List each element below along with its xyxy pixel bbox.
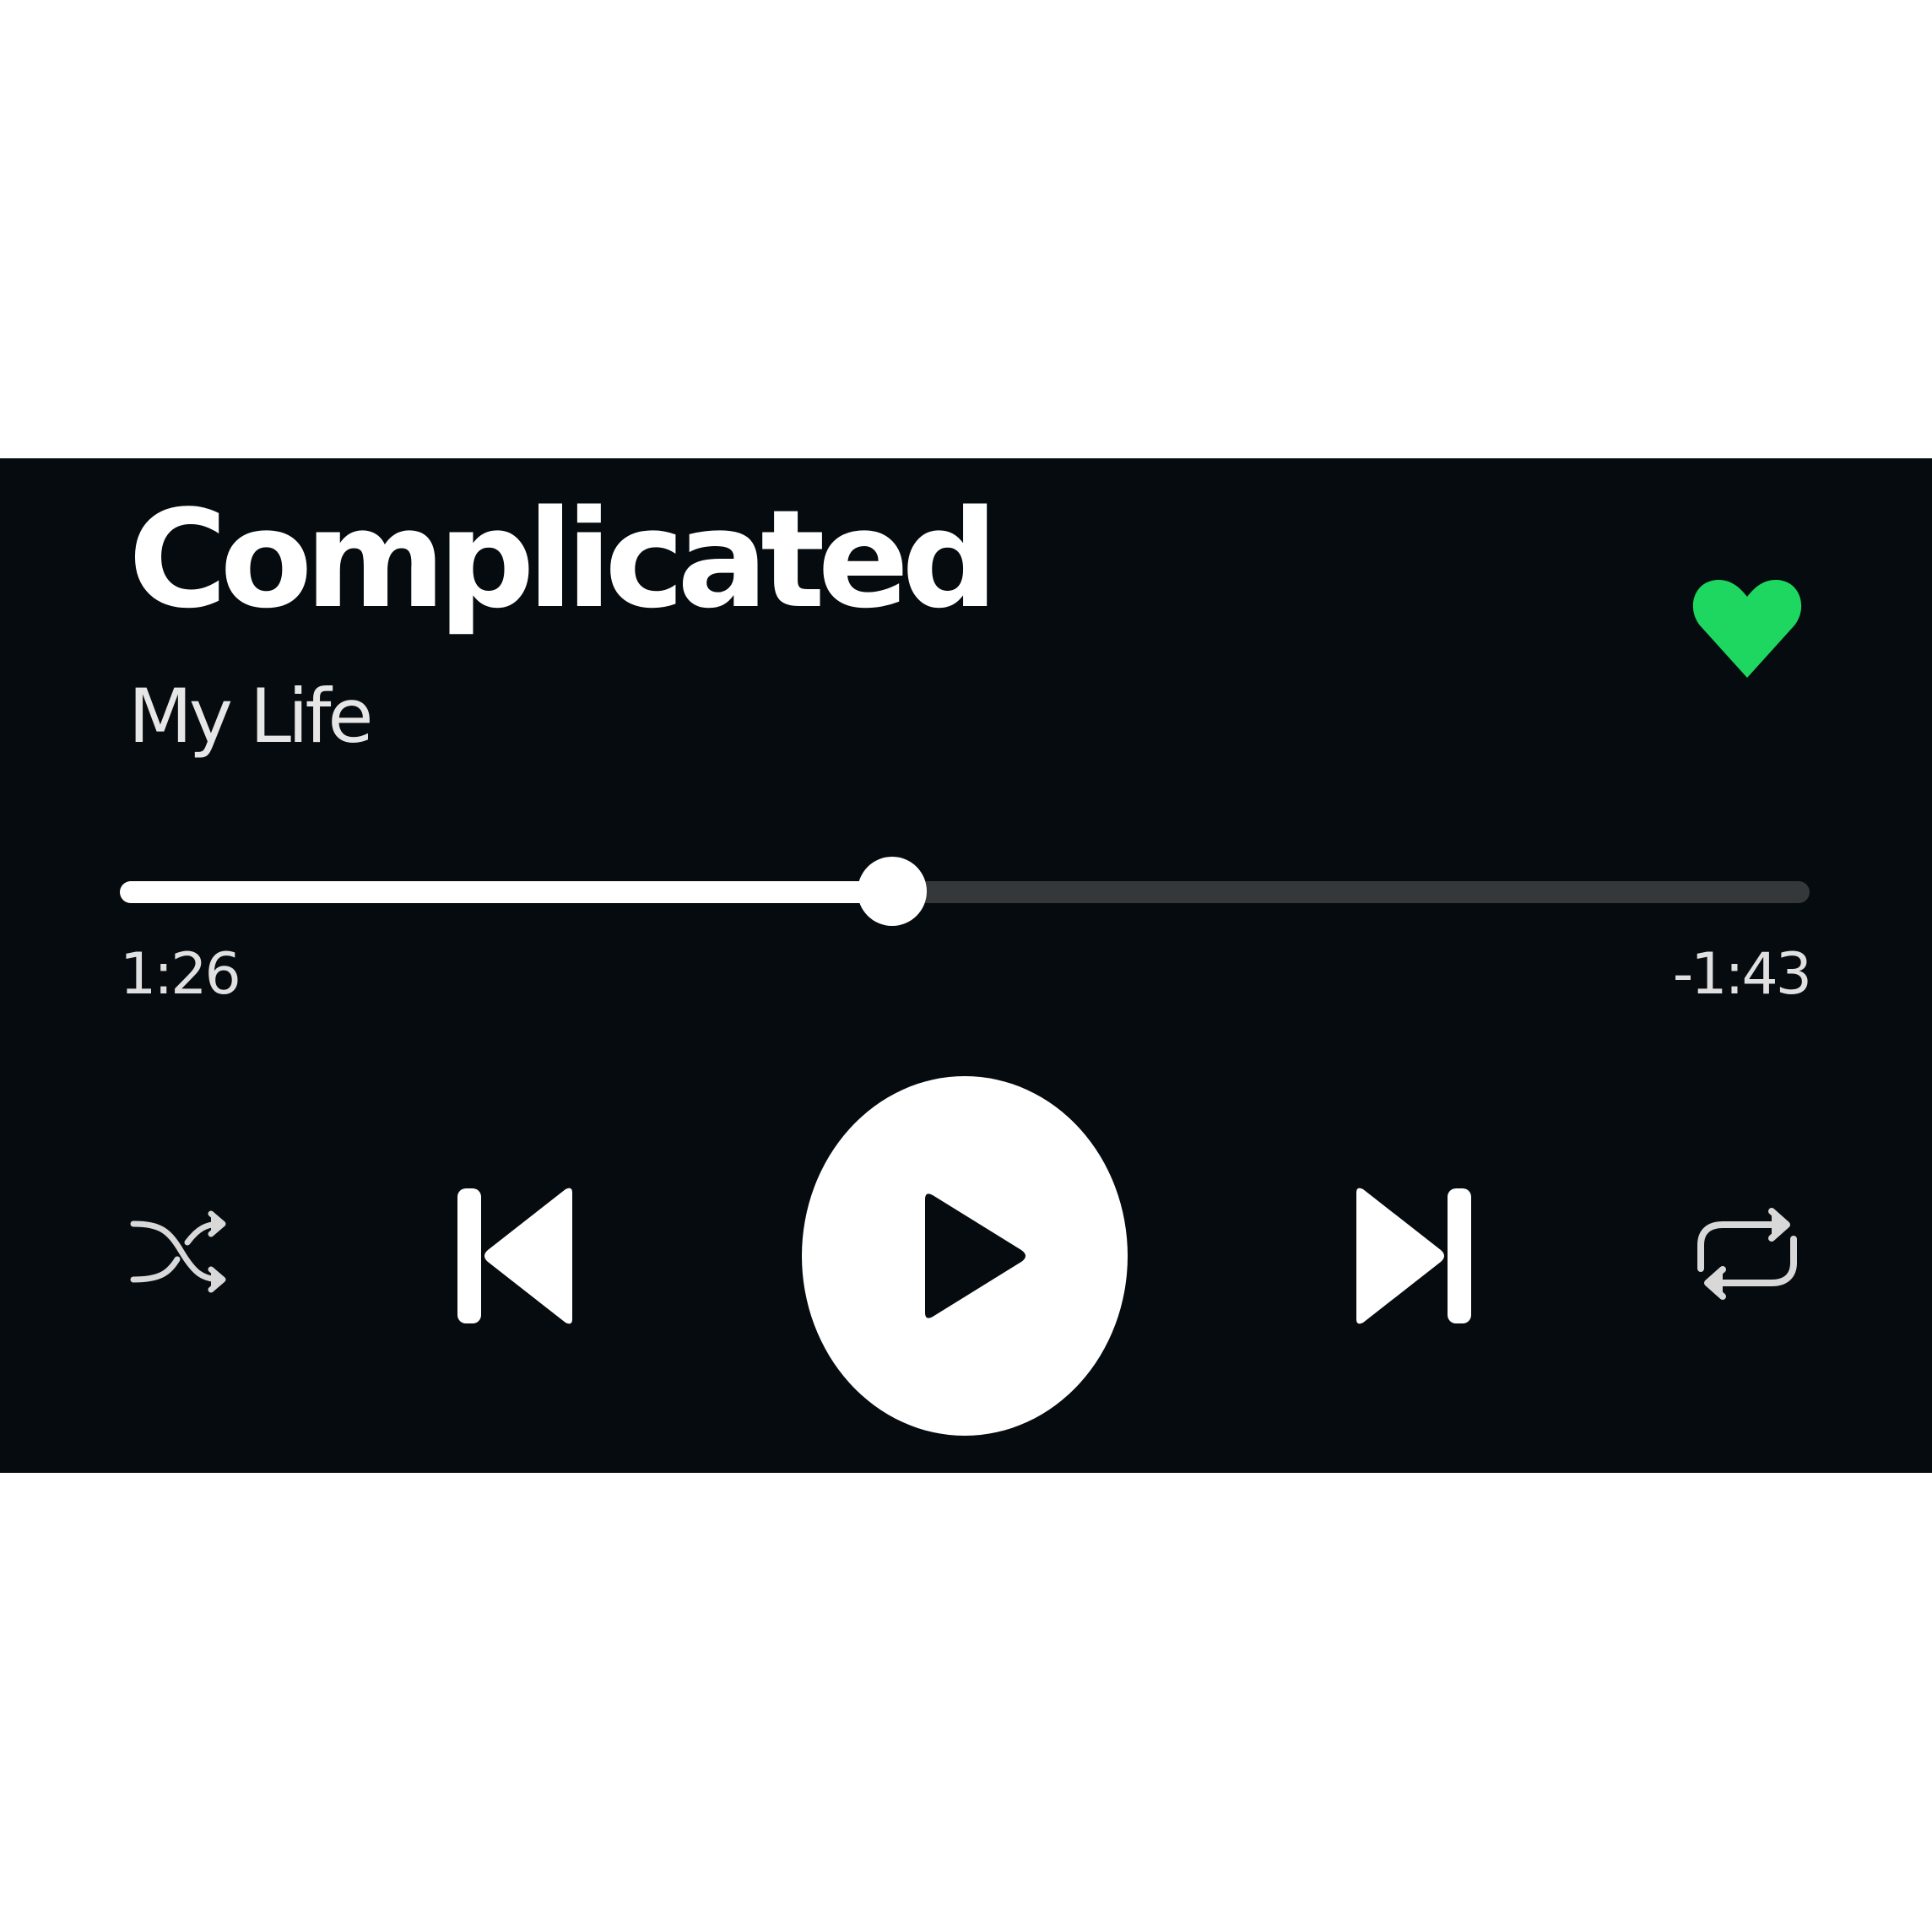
skip-previous-icon [457,1188,572,1324]
progress-thumb[interactable] [857,857,927,926]
play-button[interactable] [800,1074,1129,1437]
remaining-time: -1:43 [1672,941,1812,1008]
track-subtitle[interactable]: My Life [128,679,374,754]
progress-bar[interactable] [120,881,1810,903]
heart-icon [1692,579,1802,678]
previous-button[interactable] [447,1184,582,1328]
elapsed-time: 1:26 [120,941,241,1008]
play-icon [802,1076,1128,1436]
shuffle-button[interactable] [127,1205,236,1298]
track-title: Complicated [128,480,998,638]
repeat-icon [1697,1208,1797,1300]
next-button[interactable] [1346,1184,1481,1328]
skip-next-icon [1356,1188,1471,1324]
shuffle-icon [130,1210,226,1293]
progress-bar-fill [120,881,892,903]
like-button[interactable] [1688,568,1806,686]
now-playing-panel: Complicated My Life 1:26 -1:43 [0,458,1932,1473]
repeat-button[interactable] [1684,1201,1810,1307]
